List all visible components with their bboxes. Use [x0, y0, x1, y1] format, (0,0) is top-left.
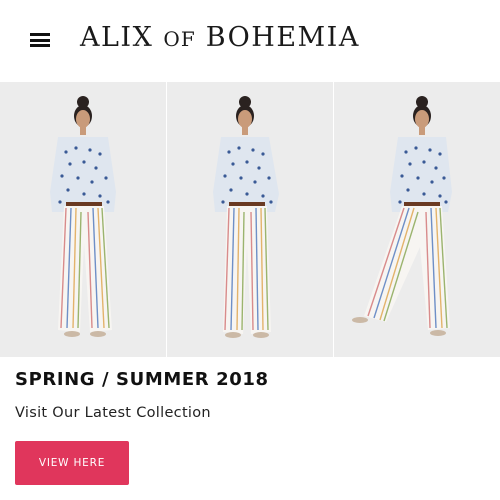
brand-logo[interactable]: ALIX OF BOHEMIA — [80, 22, 360, 53]
logo-word-bohemia: BOHEMIA — [205, 22, 360, 53]
site-header: ALIX OF BOHEMIA — [0, 0, 500, 82]
model-photo-1[interactable] — [0, 82, 166, 357]
logo-word-of: OF — [163, 27, 196, 51]
view-here-button[interactable]: VIEW HERE — [15, 441, 129, 485]
model-photo-2[interactable] — [167, 82, 333, 357]
collection-title: SPRING / SUMMER 2018 — [15, 369, 269, 390]
hamburger-menu-icon[interactable] — [30, 33, 50, 47]
logo-word-alix: ALIX — [80, 22, 154, 53]
model-photo-3[interactable] — [334, 82, 500, 357]
hero-image-strip — [0, 82, 500, 357]
collection-subtitle: Visit Our Latest Collection — [15, 405, 211, 421]
